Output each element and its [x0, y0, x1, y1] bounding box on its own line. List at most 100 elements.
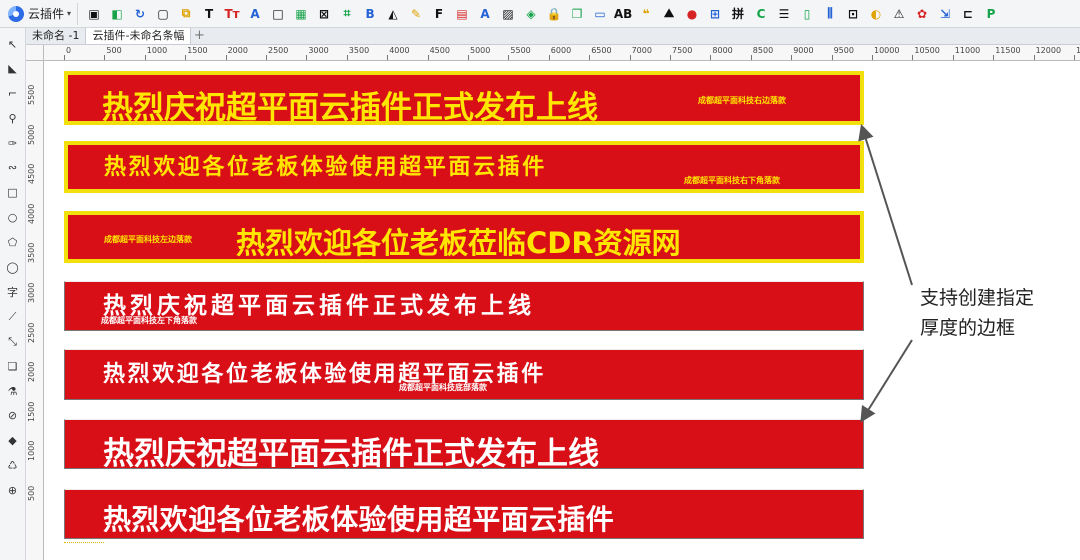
- banner-4[interactable]: 热烈庆祝超平面云插件正式发布上线 成都超平面科技左下角落款: [64, 281, 864, 331]
- ruler-tick: [629, 55, 631, 60]
- vertical-ruler[interactable]: 5500 5000 4500 4000 3500 3000 2500 2000 1500 1000…: [26, 61, 44, 560]
- shape-tool-icon[interactable]: ◣: [3, 59, 23, 79]
- tab-untitled-1[interactable]: 未命名 -1: [26, 28, 87, 44]
- connector-tool-icon[interactable]: ⟋: [3, 307, 23, 327]
- tab-untitled-banner[interactable]: 云插件-未命名条幅: [86, 28, 192, 44]
- banner-7[interactable]: 热烈欢迎各位老板体验使用超平面云插件: [64, 489, 864, 539]
- freehand-tool-icon[interactable]: ✑: [3, 133, 23, 153]
- callout-line-1: 支持创建指定: [920, 287, 1035, 309]
- c-icon[interactable]: C: [751, 4, 771, 24]
- banner-signature: 成都超平面科技右下角落款: [684, 176, 780, 185]
- basic-shapes-icon[interactable]: ◯: [3, 257, 23, 277]
- ab-icon[interactable]: AB: [613, 4, 633, 24]
- ruler-label: 7000: [631, 46, 652, 55]
- doc-icon[interactable]: ▯: [797, 4, 817, 24]
- ruler-label: 6500: [591, 46, 612, 55]
- smart-fill-icon[interactable]: ♺: [3, 456, 23, 476]
- settings-icon[interactable]: ✿: [912, 4, 932, 24]
- banner-5[interactable]: 热烈欢迎各位老板体验使用超平面云插件 成都超平面科技底部落款: [64, 349, 864, 400]
- ruler-tick: [589, 55, 591, 60]
- qr-icon[interactable]: ⌗: [337, 4, 357, 24]
- eyedropper-icon[interactable]: ⊘: [3, 406, 23, 426]
- ruler-label: 7500: [672, 46, 693, 55]
- banner-headline: 热烈欢迎各位老板体验使用超平面云插件: [104, 155, 547, 180]
- grid-icon[interactable]: ▦: [291, 4, 311, 24]
- cloud-plugin-menu-button[interactable]: 云插件 ▾: [0, 2, 79, 25]
- ellipse-tool-icon[interactable]: ○: [3, 208, 23, 228]
- banner-3[interactable]: 成都超平面科技左边落款 热烈欢迎各位老板莅临CDR资源网: [64, 211, 864, 263]
- crop-tool-icon[interactable]: ⌐: [3, 84, 23, 104]
- p-icon[interactable]: P: [981, 4, 1001, 24]
- banner-1[interactable]: 热烈庆祝超平面云插件正式发布上线 成都超平面科技右边落款: [64, 71, 864, 125]
- ruler-label: 6000: [550, 46, 572, 55]
- ruler-label: 500: [106, 46, 122, 55]
- ruler-label: 2000: [227, 46, 248, 55]
- export-icon[interactable]: ⇲: [935, 4, 955, 24]
- letter-a-icon[interactable]: A: [475, 4, 495, 24]
- dimension-tool-icon[interactable]: ⤡: [3, 332, 23, 352]
- transparency-tool-icon[interactable]: ⚗: [3, 381, 23, 401]
- top-toolbar: 云插件 ▾ ▣ ◧ ↻ ▢ ⧉ T Tт A □ ▦ ⊠ ⌗ B ◭ ✎ F ▤ A ▨ ◈ 🔒 ❐ ▭ AB ❝ ⛰ ● ⊞ 拼 C ☰ ▯…: [0, 0, 1080, 28]
- rectangle-icon[interactable]: □: [268, 4, 288, 24]
- quote-icon[interactable]: ❝: [636, 4, 656, 24]
- picture-icon[interactable]: ▨: [498, 4, 518, 24]
- text-tt-icon[interactable]: Tт: [222, 4, 242, 24]
- frame-icon[interactable]: ▢: [153, 4, 173, 24]
- landscape-icon[interactable]: ⛰: [659, 4, 679, 24]
- horizontal-ruler[interactable]: 0 500 1000 1500 2000 2500 3000 3500 4000 4500 5000…: [44, 45, 1080, 61]
- chart-icon[interactable]: ⫼: [820, 4, 840, 24]
- ruler-tick: [387, 55, 389, 60]
- image-edit-icon[interactable]: ⊠: [314, 4, 334, 24]
- add-tab-button[interactable]: +: [191, 28, 207, 44]
- play-icon[interactable]: ◧: [107, 4, 127, 24]
- zoom-tool-icon[interactable]: ⚲: [3, 108, 23, 128]
- table-icon[interactable]: ▤: [452, 4, 472, 24]
- ruler-tick: [993, 55, 995, 60]
- group-icon[interactable]: ⊡: [843, 4, 863, 24]
- banner-headline: 热烈欢迎各位老板莅临CDR资源网: [236, 226, 681, 260]
- crop-icon[interactable]: ⊏: [958, 4, 978, 24]
- lock-icon[interactable]: 🔒: [544, 4, 564, 24]
- banner-6[interactable]: 热烈庆祝超平面云插件正式发布上线: [64, 419, 864, 469]
- pick-tool-icon[interactable]: ↖: [3, 34, 23, 54]
- polygon-tool-icon[interactable]: ⬠: [3, 232, 23, 252]
- add-tool-icon[interactable]: ⊕: [3, 480, 23, 500]
- ruler-label: 3000: [27, 282, 36, 303]
- fill-tool-icon[interactable]: ◆: [3, 431, 23, 451]
- ruler-label: 2500: [268, 46, 289, 55]
- callout-line-2: 厚度的边框: [920, 317, 1016, 339]
- ruler-tick: [468, 55, 469, 60]
- ruler-label: 1000: [27, 441, 36, 462]
- monitor-icon[interactable]: ▭: [590, 4, 610, 24]
- bold-b-icon[interactable]: B: [360, 4, 380, 24]
- ruler-corner[interactable]: [26, 45, 44, 61]
- crop-image-icon[interactable]: ⧉: [176, 4, 196, 24]
- text-t-icon[interactable]: T: [199, 4, 219, 24]
- artistic-media-icon[interactable]: ∾: [3, 158, 23, 178]
- banner-2[interactable]: 热烈欢迎各位老板体验使用超平面云插件 成都超平面科技右下角落款: [64, 141, 864, 193]
- rectangle-tool-icon[interactable]: □: [3, 183, 23, 203]
- text-a-icon[interactable]: A: [245, 4, 265, 24]
- ruler-tick: [508, 55, 510, 60]
- ruler-tick: [1033, 55, 1035, 60]
- text-tool-icon[interactable]: 字: [3, 282, 23, 302]
- layers-icon[interactable]: ☰: [774, 4, 794, 24]
- warning-icon[interactable]: ⚠: [889, 4, 909, 24]
- font-fa-icon[interactable]: F: [429, 4, 449, 24]
- node-icon[interactable]: ◈: [521, 4, 541, 24]
- copy-icon[interactable]: ❐: [567, 4, 587, 24]
- badge-icon[interactable]: ●: [682, 4, 702, 24]
- pen-icon[interactable]: ✎: [406, 4, 426, 24]
- ruler-label: 5500: [510, 46, 531, 55]
- ruler-tick: [306, 55, 308, 60]
- palette-icon[interactable]: ◐: [866, 4, 886, 24]
- ruler-label: 2000: [27, 361, 36, 383]
- ruler-label: 12000: [1035, 46, 1062, 55]
- image-icon[interactable]: ▣: [84, 4, 104, 24]
- banner-signature: 成都超平面科技左边落款: [104, 235, 192, 244]
- pinyin-icon[interactable]: 拼: [728, 4, 748, 24]
- rotate-icon[interactable]: ↻: [130, 4, 150, 24]
- shapes-icon[interactable]: ◭: [383, 4, 403, 24]
- align-icon[interactable]: ⊞: [705, 4, 725, 24]
- shadow-tool-icon[interactable]: ❏: [3, 356, 23, 376]
